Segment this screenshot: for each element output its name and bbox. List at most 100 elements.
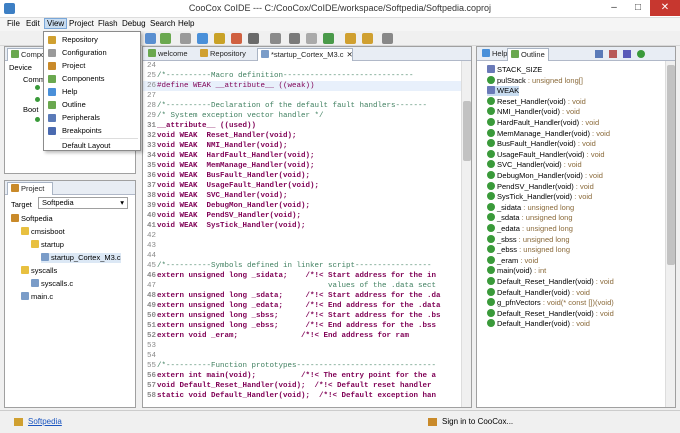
tab-repository[interactable]: Repository bbox=[197, 48, 255, 61]
outline-item[interactable]: _eram : void bbox=[487, 255, 538, 266]
outline-item[interactable]: MemManage_Handler(void) : void bbox=[487, 128, 610, 139]
settings-icon[interactable] bbox=[180, 33, 191, 44]
outline-item[interactable]: _sdata : unsigned long bbox=[487, 213, 573, 223]
member-icon bbox=[487, 298, 495, 307]
macro-icon bbox=[487, 86, 495, 95]
tab-help[interactable]: Help bbox=[479, 48, 507, 61]
view-menu-dropdown: Repository Configuration Project Compone… bbox=[43, 31, 141, 151]
menu-help[interactable]: Help bbox=[178, 19, 194, 28]
outline-item[interactable]: _edata : unsigned long bbox=[487, 224, 573, 234]
outline-item[interactable]: pulStack : unsigned long[] bbox=[487, 75, 583, 86]
outline-item[interactable]: PendSV_Handler(void) : void bbox=[487, 181, 594, 192]
tree-item-syscalls-file[interactable]: syscalls.c bbox=[31, 279, 73, 289]
flash-icon[interactable] bbox=[248, 33, 259, 44]
peripherals-icon bbox=[48, 114, 56, 122]
hide-fields-icon[interactable] bbox=[609, 50, 617, 58]
menu-flash[interactable]: Flash bbox=[98, 19, 118, 28]
outline-item[interactable]: HardFault_Handler(void) : void bbox=[487, 118, 599, 128]
components-row[interactable]: Comm bbox=[23, 75, 45, 84]
tree-item-softpedia[interactable]: Softpedia bbox=[11, 214, 53, 224]
member-icon bbox=[487, 192, 495, 201]
target-select[interactable]: Softpedia ▾ bbox=[38, 197, 128, 209]
tree-item-startup-file[interactable]: startup_Cortex_M3.c bbox=[41, 253, 121, 263]
code-line: 31__attribute__ ((used)) bbox=[146, 122, 257, 130]
outline-item[interactable]: main(void) : int bbox=[487, 266, 546, 276]
run-icon[interactable] bbox=[160, 33, 171, 44]
code-area[interactable]: 24 25/*----------Macro definition-------… bbox=[143, 61, 461, 407]
outline-item[interactable]: Reset_Handler(void) : void bbox=[487, 96, 586, 107]
menu-item-breakpoints[interactable]: Breakpoints bbox=[44, 124, 140, 137]
sign-in-link[interactable]: Sign in to CooCox... bbox=[442, 417, 513, 426]
outline-item[interactable]: DebugMon_Handler(void) : void bbox=[487, 171, 603, 181]
outline-item[interactable]: SysTick_Handler(void) : void bbox=[487, 192, 592, 202]
outline-item[interactable]: Default_Handler(void) : void bbox=[487, 287, 590, 298]
outline-item[interactable]: g_pfnVectors : void(* const [])(void) bbox=[487, 298, 614, 308]
component-icon[interactable] bbox=[214, 33, 225, 44]
tab-welcome[interactable]: welcome bbox=[145, 48, 195, 61]
download-icon[interactable] bbox=[270, 33, 281, 44]
nav-icon[interactable] bbox=[382, 33, 393, 44]
close-tab-icon[interactable]: ✕ bbox=[347, 50, 353, 59]
menu-item-outline[interactable]: Outline bbox=[44, 98, 140, 111]
maximize-button[interactable]: □ bbox=[626, 0, 650, 16]
menu-item-default-layout[interactable]: Default Layout bbox=[44, 139, 140, 152]
tree-item-main[interactable]: main.c bbox=[21, 292, 53, 302]
outline-icon bbox=[511, 50, 519, 58]
hide-static-icon[interactable] bbox=[623, 50, 631, 58]
outline-item[interactable]: Default_Reset_Handler(void) : void bbox=[487, 277, 614, 287]
macro-icon bbox=[487, 65, 495, 73]
outline-item[interactable]: UsageFault_Handler(void) : void bbox=[487, 149, 605, 160]
menu-item-repository[interactable]: Repository bbox=[44, 33, 140, 46]
menu-item-help[interactable]: Help bbox=[44, 85, 140, 98]
hide-nonpublic-icon[interactable] bbox=[637, 50, 645, 58]
menu-item-configuration[interactable]: Configuration bbox=[44, 46, 140, 59]
menu-debug[interactable]: Debug bbox=[122, 19, 146, 28]
components-row[interactable]: Boot bbox=[23, 105, 38, 114]
code-line: 33void WEAK NMI_Handler(void); bbox=[146, 142, 288, 150]
menu-view[interactable]: View bbox=[44, 18, 68, 29]
tree-item-syscalls[interactable]: syscalls bbox=[21, 266, 57, 276]
erase-icon[interactable] bbox=[289, 33, 300, 44]
tree-item-startup[interactable]: startup bbox=[31, 240, 64, 250]
menu-file[interactable]: File bbox=[7, 19, 20, 28]
member-icon bbox=[487, 287, 495, 296]
menu-item-components[interactable]: Components bbox=[44, 72, 140, 85]
outline-item[interactable]: _ebss : unsigned long bbox=[487, 245, 570, 255]
print-icon[interactable] bbox=[306, 33, 317, 44]
close-button[interactable]: ✕ bbox=[650, 0, 680, 16]
outline-item[interactable]: Default_Reset_Handler(void) : void bbox=[487, 308, 614, 319]
build-icon[interactable] bbox=[145, 33, 156, 44]
code-line: 25/*----------Macro definition----------… bbox=[146, 72, 414, 80]
outline-item[interactable]: NMI_Handler(void) : void bbox=[487, 107, 580, 117]
menu-item-peripherals[interactable]: Peripherals bbox=[44, 111, 140, 124]
tab-outline[interactable]: Outline bbox=[507, 48, 549, 61]
forward-icon[interactable] bbox=[362, 33, 373, 44]
editor-scrollbar[interactable] bbox=[461, 61, 471, 407]
sort-icon[interactable] bbox=[595, 50, 603, 58]
menu-item-project[interactable]: Project bbox=[44, 59, 140, 72]
next-annotation-icon[interactable] bbox=[323, 33, 334, 44]
tab-project[interactable]: Project bbox=[7, 182, 53, 195]
menu-search[interactable]: Search bbox=[150, 19, 175, 28]
outline-scrollbar[interactable] bbox=[665, 61, 675, 407]
scrollbar-thumb[interactable] bbox=[667, 65, 675, 265]
outline-item[interactable]: Default_Handler(void) : void bbox=[487, 319, 590, 329]
outline-item[interactable]: WEAK bbox=[487, 86, 520, 97]
project-link[interactable]: Softpedia bbox=[28, 417, 62, 426]
minimize-button[interactable]: – bbox=[602, 0, 626, 16]
home-icon[interactable] bbox=[197, 33, 208, 44]
outline-item[interactable]: _sidata : unsigned long bbox=[487, 202, 574, 213]
outline-item[interactable]: SVC_Handler(void) : void bbox=[487, 160, 582, 170]
debug-icon[interactable] bbox=[231, 33, 242, 44]
outline-item[interactable]: _sbss : unsigned long bbox=[487, 234, 570, 245]
outline-item[interactable]: STACK_SIZE bbox=[487, 65, 542, 75]
menu-edit[interactable]: Edit bbox=[26, 19, 40, 28]
code-line: 50extern unsigned long _sbss; /*!< Start… bbox=[146, 312, 441, 320]
tree-item-cmsisboot[interactable]: cmsisboot bbox=[21, 227, 65, 237]
scrollbar-thumb[interactable] bbox=[463, 101, 471, 161]
outline-item[interactable]: BusFault_Handler(void) : void bbox=[487, 139, 596, 149]
tab-startup-file[interactable]: *startup_Cortex_M3.c ✕ bbox=[257, 48, 353, 61]
back-icon[interactable] bbox=[345, 33, 356, 44]
member-icon bbox=[487, 266, 495, 275]
menu-project[interactable]: Project bbox=[69, 19, 94, 28]
